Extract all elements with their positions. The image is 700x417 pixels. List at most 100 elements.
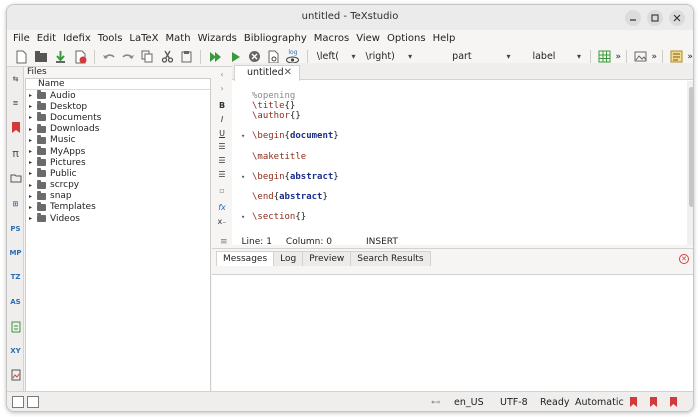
menu-idefix[interactable]: Idefix [63,33,91,44]
scrollbar-thumb[interactable] [689,87,693,207]
italic-icon[interactable]: I [216,114,228,126]
expand-arrow-icon[interactable]: ▸ [29,126,37,133]
menu-wizards[interactable]: Wizards [198,33,237,44]
close-button[interactable] [669,10,685,26]
expand-arrow-icon[interactable]: ▸ [29,215,37,222]
save-icon[interactable] [52,48,69,66]
open-file-icon[interactable] [32,48,49,66]
language-selector[interactable]: en_US [454,397,484,408]
tab-search-results[interactable]: Search Results [350,251,431,266]
asymptote-panel-icon[interactable]: AS [9,296,22,309]
menu-help[interactable]: Help [433,33,456,44]
toggle-sidebar-button[interactable] [12,396,24,408]
side-panel-selector: ⇆ ≡ π ⊞ PS MP TZ AS XY [7,67,24,398]
pstricks-panel-icon[interactable]: PS [9,223,22,236]
list-item[interactable]: ▸ Public [26,168,210,179]
line-number: Line: 1 [241,237,272,247]
template-panel-icon[interactable] [9,321,22,334]
list-item[interactable]: ▸ Templates [26,201,210,213]
undo-icon[interactable] [100,48,117,66]
menu-tools[interactable]: Tools [98,33,123,44]
editor-scrollbar[interactable] [687,81,693,245]
menu-edit[interactable]: Edit [37,33,56,44]
expand-arrow-icon[interactable]: ▸ [29,170,37,177]
expand-arrow-icon[interactable]: ▸ [29,114,37,121]
tikz-panel-icon[interactable]: TZ [9,271,22,284]
bookmark-icon[interactable] [670,397,677,407]
menu-options[interactable]: Options [387,33,426,44]
build-view-icon[interactable] [206,48,223,66]
structure-panel-icon[interactable]: ⇆ [9,73,22,86]
fold-arrow-icon[interactable]: ▾ [241,173,245,181]
list-item[interactable]: ▸ Audio [26,90,210,101]
expand-right-icon[interactable]: › [216,83,228,95]
toolbar-more-1[interactable]: » [615,52,621,62]
toggle-messages-button[interactable] [27,396,39,408]
bookmarks-panel-icon[interactable] [9,122,22,135]
paste-icon[interactable] [178,48,195,66]
expand-arrow-icon[interactable]: ▸ [29,92,37,99]
close-file-icon[interactable] [71,48,88,66]
toolbar-more-2[interactable]: » [651,52,657,62]
expand-arrow-icon[interactable]: ▸ [29,137,37,144]
pi-symbols-panel-icon[interactable]: π [9,147,22,160]
name-column-header[interactable]: Name [26,79,210,90]
symbols-panel-icon[interactable]: ≡ [9,97,22,110]
copy-icon[interactable] [139,48,156,66]
maximize-button[interactable] [647,10,663,26]
list-item[interactable]: ▸ scrcpy [26,179,210,191]
expand-arrow-icon[interactable]: ▸ [29,182,37,189]
fold-arrow-icon[interactable]: ▾ [241,213,245,221]
list-item[interactable]: ▸ Music [26,134,210,146]
math-function-icon[interactable]: fx [216,202,228,214]
menu-math[interactable]: Math [166,33,191,44]
bookmark-icon[interactable] [630,397,637,407]
underline-icon[interactable]: U [216,128,228,140]
bold-icon[interactable]: B [216,100,228,112]
list-item[interactable]: ▸ Documents [26,112,210,123]
menu-file[interactable]: File [13,33,30,44]
expand-arrow-icon[interactable]: ▸ [29,103,37,110]
list-item[interactable]: ▸ Videos [26,213,210,224]
menu-macros[interactable]: Macros [314,33,349,44]
list-item[interactable]: ▸ Desktop [26,101,210,112]
close-tab-icon[interactable]: ✕ [284,66,292,80]
metapost-panel-icon[interactable]: MP [9,247,22,260]
fold-arrow-icon[interactable]: ▾ [241,132,245,140]
list-item[interactable]: ▸ MyApps [26,146,210,157]
math-panel-icon[interactable]: ⊞ [9,198,22,211]
expand-arrow-icon[interactable]: ▸ [29,204,37,211]
encoding-selector[interactable]: UTF-8 [500,397,528,408]
menu-latex[interactable]: LaTeX [129,33,158,44]
menu-view[interactable]: View [356,33,380,44]
collapse-left-icon[interactable]: ‹ [216,69,228,81]
minimize-button[interactable] [625,10,641,26]
list-item[interactable]: ▸ snap [26,190,210,202]
spellcheck-mode[interactable]: Automatic [575,397,624,408]
new-file-icon[interactable] [13,48,30,66]
newline-icon[interactable]: ▫ [216,185,228,197]
files-panel-icon[interactable] [9,173,22,186]
tab-preview[interactable]: Preview [302,251,352,266]
tab-untitled[interactable]: untitled ✕ [234,65,300,81]
menu-bibliography[interactable]: Bibliography [244,33,307,44]
list-item[interactable]: ▸ Downloads [26,123,210,135]
expand-arrow-icon[interactable]: ▸ [29,148,37,155]
toolbar-more-3[interactable]: » [687,52,693,62]
tab-messages[interactable]: Messages [216,251,275,266]
close-panel-icon[interactable]: ✕ [679,254,689,264]
align-left-icon[interactable]: ☰ [216,141,228,153]
editor-pane[interactable]: untitled ✕ %opening \title{} \author{} ▾… [232,63,693,245]
cut-icon[interactable] [158,48,175,66]
tab-log[interactable]: Log [273,251,304,266]
list-item[interactable]: ▸ Pictures [26,157,210,168]
subscript-icon[interactable]: x₋ [216,216,228,228]
xymatrix-panel-icon[interactable]: XY [9,345,22,358]
expand-arrow-icon[interactable]: ▸ [29,193,37,200]
bookmark-icon[interactable] [650,397,657,407]
preview-panel-icon[interactable] [9,369,22,382]
expand-arrow-icon[interactable]: ▸ [29,159,37,166]
align-right-icon[interactable]: ☰ [216,169,228,181]
redo-icon[interactable] [119,48,136,66]
align-center-icon[interactable]: ☰ [216,155,228,167]
